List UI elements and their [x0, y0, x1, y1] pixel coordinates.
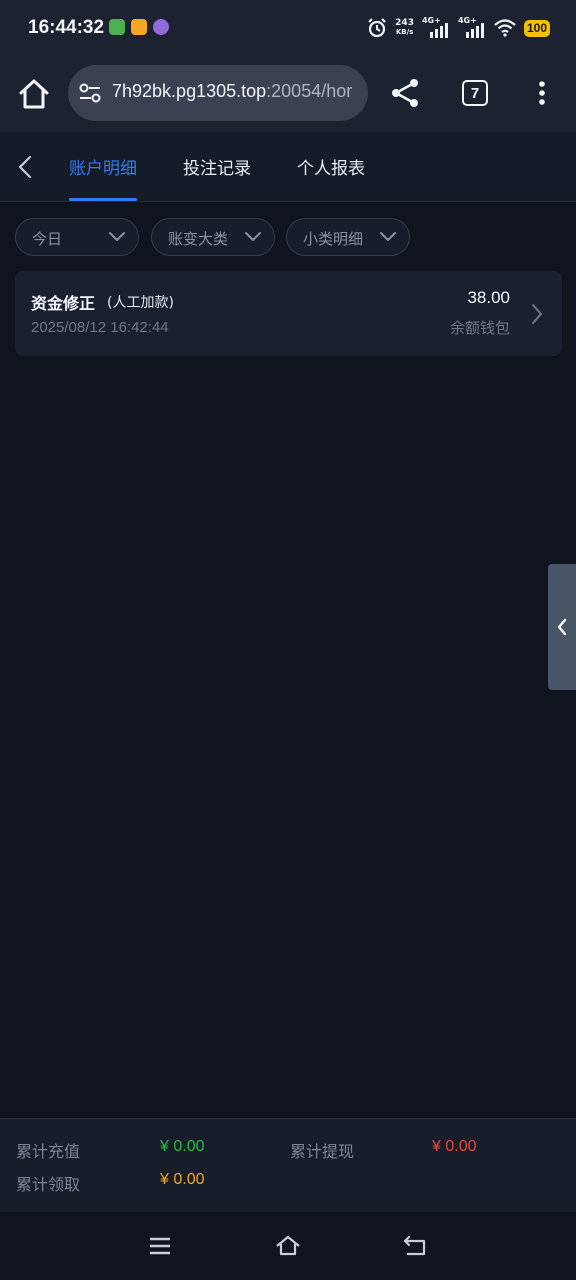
record-wallet: 余额钱包	[449, 319, 510, 337]
clipboard-notification-icon	[109, 19, 125, 35]
back-nav-icon[interactable]	[402, 1232, 430, 1260]
system-navigation-bar	[0, 1212, 576, 1280]
chevron-left-icon	[557, 618, 567, 636]
viber-notification-icon	[153, 19, 169, 35]
signal-2-icon: 4G+	[457, 16, 486, 38]
total-claim-label: 累计领取	[16, 1175, 81, 1194]
category-filter-dropdown[interactable]: 账变大类	[151, 218, 275, 256]
status-time: 16:44:32	[28, 17, 105, 38]
more-options-icon[interactable]	[530, 78, 554, 108]
tab-personal-report[interactable]: 个人报表	[297, 154, 365, 179]
net-speed-value: 243	[395, 18, 414, 28]
address-bar[interactable]: 7h92bk.pg1305.top:20054/hor	[68, 65, 368, 121]
chevron-down-icon	[245, 232, 261, 241]
signal-1-icon: 4G+	[421, 16, 450, 38]
signal-2-label: 4G+	[457, 16, 477, 25]
site-settings-icon[interactable]	[78, 81, 102, 105]
page-header: 账户明细 投注记录 个人报表	[0, 132, 576, 202]
signal-1-label: 4G+	[421, 16, 441, 25]
message-notification-icon	[131, 19, 147, 35]
browser-toolbar: 7h92bk.pg1305.top:20054/hor 7	[0, 58, 576, 132]
total-claim-value: ¥ 0.00	[160, 1171, 205, 1188]
list-item[interactable]: 资金修正 (人工加款) 2025/08/12 16:42:44 38.00 余额…	[15, 271, 562, 356]
share-icon[interactable]	[388, 76, 422, 110]
total-withdraw-label: 累计提现	[290, 1142, 355, 1161]
total-deposit-label: 累计充值	[16, 1142, 81, 1161]
summary-footer: 累计充值 ¥ 0.00 累计提现 ¥ 0.00 累计领取 ¥ 0.00	[0, 1118, 576, 1212]
record-amount: 38.00	[467, 288, 510, 307]
side-drawer-handle[interactable]	[548, 564, 576, 690]
battery-indicator: 100	[523, 19, 550, 37]
date-filter-label: 今日	[32, 230, 63, 248]
back-arrow-icon[interactable]	[14, 154, 38, 180]
tab-account-details[interactable]: 账户明细	[69, 154, 137, 179]
home-icon[interactable]	[16, 76, 52, 112]
record-datetime: 2025/08/12 16:42:44	[31, 319, 169, 336]
url-path: :20054/hor	[266, 81, 353, 101]
status-bar: 16:44:32 243 KB/s 4G+ 4G+ 100	[0, 0, 576, 58]
wifi-icon	[494, 19, 516, 37]
url-text: 7h92bk.pg1305.top:20054/hor	[112, 81, 352, 102]
home-nav-icon[interactable]	[274, 1232, 302, 1260]
tab-bet-records[interactable]: 投注记录	[183, 154, 251, 179]
alarm-icon	[368, 18, 386, 38]
total-deposit-value: ¥ 0.00	[160, 1138, 205, 1155]
record-title: 资金修正	[31, 294, 96, 313]
url-host: 7h92bk.pg1305.top	[112, 81, 267, 101]
tab-switcher-button[interactable]: 7	[462, 80, 488, 106]
status-indicators: 243 KB/s 4G+ 4G+ 100	[367, 16, 550, 40]
active-tab-indicator	[69, 198, 137, 201]
total-withdraw-value: ¥ 0.00	[432, 1138, 477, 1155]
chevron-right-icon	[532, 304, 542, 324]
recent-apps-icon[interactable]	[146, 1232, 174, 1260]
subcategory-filter-label: 小类明细	[303, 230, 364, 248]
chevron-down-icon	[380, 232, 396, 241]
category-filter-label: 账变大类	[168, 230, 229, 248]
record-subtype: (人工加款)	[107, 295, 174, 311]
chevron-down-icon	[109, 232, 125, 241]
subcategory-filter-dropdown[interactable]: 小类明细	[286, 218, 410, 256]
net-speed-unit: KB/s	[395, 28, 414, 36]
date-filter-dropdown[interactable]: 今日	[15, 218, 139, 256]
net-speed: 243 KB/s	[395, 19, 414, 37]
screen: 16:44:32 243 KB/s 4G+ 4G+ 100 7h92bk.pg1…	[0, 0, 576, 1280]
